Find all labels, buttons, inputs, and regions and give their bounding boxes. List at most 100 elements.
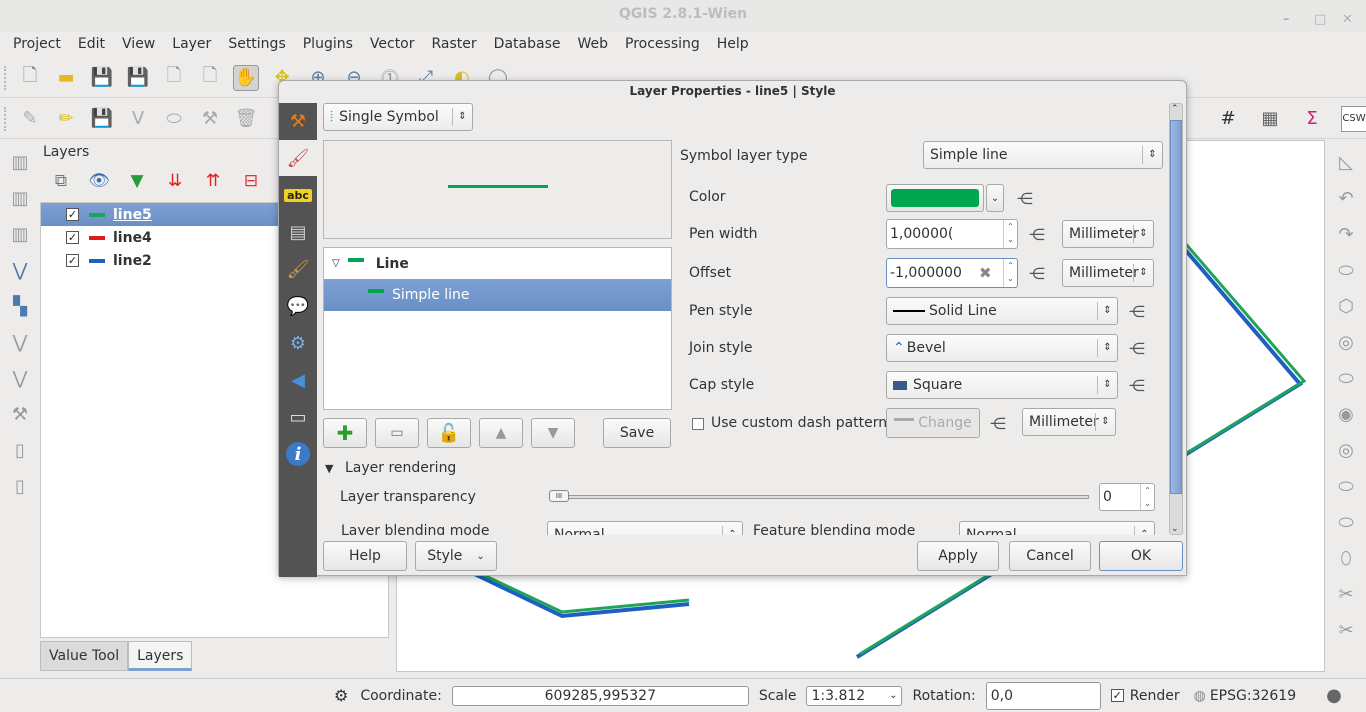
visibility-icon[interactable]: 👁 xyxy=(86,168,112,194)
add-raster-layer-icon[interactable]: ▥ xyxy=(6,148,34,176)
spin-arrows-icon[interactable]: ⌃ ⌄ xyxy=(1003,259,1017,287)
messages-icon[interactable]: ● xyxy=(1326,685,1342,706)
color-button[interactable] xyxy=(886,184,984,212)
add-wms-layer-icon[interactable]: ▥ xyxy=(6,184,34,212)
labels-icon[interactable]: abc xyxy=(279,177,317,213)
coordinate-field[interactable]: 609285,995327 xyxy=(451,685,749,706)
diagrams-icon[interactable]: ▭ xyxy=(279,399,317,435)
scrollbar-thumb[interactable] xyxy=(1170,120,1182,494)
ok-button[interactable]: OK xyxy=(1099,541,1183,571)
scroll-down-icon[interactable]: ⌄ xyxy=(1171,524,1179,534)
add-part-icon[interactable]: ⬭ xyxy=(1332,364,1360,392)
grid-icon[interactable]: # xyxy=(1215,106,1241,132)
fields-icon[interactable]: ▤ xyxy=(279,214,317,250)
new-composer-icon[interactable]: 🗋 xyxy=(161,65,187,91)
dash-unit-combo[interactable]: Millimeter ⇕ xyxy=(1022,408,1116,436)
spin-arrows-icon[interactable]: ⌃ ⌄ xyxy=(1003,220,1017,248)
node-tool-icon[interactable]: V xyxy=(125,106,151,132)
expand-icon[interactable]: ▽ xyxy=(332,258,340,269)
scale-combo[interactable]: 1:3.812 ⌄ xyxy=(806,685,903,706)
current-edits-icon[interactable]: ✎ xyxy=(17,106,43,132)
data-defined-icon[interactable]: ⋲ xyxy=(1029,225,1045,244)
new-spatialite-icon[interactable]: ⋁ xyxy=(6,328,34,356)
collapse-icon[interactable]: ▼ xyxy=(325,462,333,475)
transparency-spinbox[interactable]: 0 ⌃ ⌄ xyxy=(1099,483,1155,511)
add-vector-layer-icon[interactable]: ⋁ xyxy=(6,256,34,284)
change-dash-button[interactable]: Change xyxy=(886,408,980,438)
metadata-icon[interactable]: i xyxy=(279,436,317,472)
render-checkbox[interactable]: ✓ xyxy=(1110,689,1124,702)
custom-dash-checkbox[interactable] xyxy=(692,418,704,430)
cap-style-combo[interactable]: Square ⇕ xyxy=(886,371,1118,399)
coordinate-toggle-icon[interactable]: ⚙ xyxy=(334,686,348,705)
data-defined-icon[interactable]: ⋲ xyxy=(1129,376,1145,395)
delete-part-icon[interactable]: ⬭ xyxy=(1332,472,1360,500)
remove-layer-icon[interactable]: ▥ xyxy=(6,220,34,248)
split-parts-icon[interactable]: ✂ xyxy=(1332,616,1360,644)
renderer-combo[interactable]: ⦙ Single Symbol ⇕ xyxy=(323,103,473,131)
menu-database[interactable]: Database xyxy=(485,32,569,58)
print-layout-icon[interactable]: ▯ xyxy=(6,436,34,464)
data-defined-icon[interactable]: ⋲ xyxy=(990,414,1006,433)
data-defined-icon[interactable]: ⋲ xyxy=(1129,339,1145,358)
zonal-stats-icon[interactable]: Σ xyxy=(1299,106,1325,132)
delete-ring-icon[interactable]: ◎ xyxy=(1332,436,1360,464)
undo-icon[interactable]: ↶ xyxy=(1332,184,1360,212)
pan-icon[interactable]: ✋ xyxy=(233,64,259,91)
menu-web[interactable]: Web xyxy=(568,32,616,58)
edit-vector-icon[interactable]: ⋁ xyxy=(6,364,34,392)
toolbar-grip[interactable] xyxy=(4,106,8,131)
data-defined-icon[interactable]: ⋲ xyxy=(1129,302,1145,321)
add-symbol-layer-button[interactable]: ✚ xyxy=(323,418,367,448)
tree-item-line[interactable]: ▽ Line xyxy=(324,248,671,279)
apply-button[interactable]: Apply xyxy=(917,541,999,571)
digitize-icon[interactable]: ⚒ xyxy=(197,106,223,132)
menu-view[interactable]: View xyxy=(113,32,163,58)
new-project-icon[interactable]: 🗋 xyxy=(17,65,43,91)
menu-layer[interactable]: Layer xyxy=(163,32,219,58)
collapse-all-icon[interactable]: ⇈ xyxy=(200,168,226,194)
help-button[interactable]: Help xyxy=(323,541,407,571)
actions-icon[interactable]: ⚙ xyxy=(279,325,317,361)
measure-angle-icon[interactable]: ◺ xyxy=(1332,148,1360,176)
transparency-slider[interactable] xyxy=(549,495,1089,499)
save-button[interactable]: Save xyxy=(603,418,671,448)
menu-settings[interactable]: Settings xyxy=(219,32,293,58)
menu-raster[interactable]: Raster xyxy=(423,32,485,58)
symbol-layer-type-combo[interactable]: Simple line ⇕ xyxy=(923,141,1163,169)
delete-selected-icon[interactable]: 🗑 xyxy=(233,106,259,132)
rendering-icon[interactable]: 🖌 xyxy=(279,251,317,287)
toolbar-grip[interactable] xyxy=(4,65,8,90)
simplify-icon[interactable]: ⬡ xyxy=(1332,292,1360,320)
fill-ring-icon[interactable]: ◉ xyxy=(1332,400,1360,428)
general-icon[interactable]: ⚒ xyxy=(279,103,317,139)
add-ring-icon[interactable]: ◎ xyxy=(1332,328,1360,356)
rotation-spinbox[interactable]: 0,0 xyxy=(985,681,1101,710)
reshape-icon[interactable]: ⬭ xyxy=(1332,508,1360,536)
crs-button[interactable]: EPSG:32619 xyxy=(1210,688,1296,704)
cancel-button[interactable]: Cancel xyxy=(1009,541,1091,571)
menu-help[interactable]: Help xyxy=(708,32,757,58)
tab-value-tool[interactable]: Value Tool xyxy=(40,641,129,671)
layer-visibility-checkbox[interactable]: ✓ xyxy=(66,231,79,244)
move-feature-icon[interactable]: ⬭ xyxy=(161,106,187,132)
style-icon[interactable]: 🖌 xyxy=(279,140,317,176)
pen-width-spinbox[interactable]: 1,00000(⌃ ⌄ xyxy=(886,219,1018,249)
data-defined-icon[interactable]: ⋲ xyxy=(1029,264,1045,283)
data-defined-icon[interactable]: ⋲ xyxy=(1017,189,1033,208)
save-as-icon[interactable]: 💾 xyxy=(125,65,151,91)
feature-blending-combo[interactable]: Normal ⌃ xyxy=(959,521,1155,535)
add-group-icon[interactable]: ⧉ xyxy=(48,168,74,194)
redo-icon[interactable]: ↷ xyxy=(1332,220,1360,248)
layer-visibility-checkbox[interactable]: ✓ xyxy=(66,254,79,267)
clear-icon[interactable]: ✖ xyxy=(979,259,992,287)
menu-processing[interactable]: Processing xyxy=(616,32,708,58)
joins-icon[interactable]: ◀ xyxy=(279,362,317,398)
offset-curve-icon[interactable]: ⬯ xyxy=(1332,544,1360,572)
tree-item-simple-line[interactable]: Simple line xyxy=(324,279,671,311)
move-down-button[interactable]: ▼ xyxy=(531,418,575,448)
style-menu-button[interactable]: Style ⌄ xyxy=(415,541,497,571)
tab-layers[interactable]: Layers xyxy=(128,641,193,671)
pen-width-unit-combo[interactable]: Millimeter ⇕ xyxy=(1062,220,1154,248)
split-features-icon[interactable]: ✂ xyxy=(1332,580,1360,608)
